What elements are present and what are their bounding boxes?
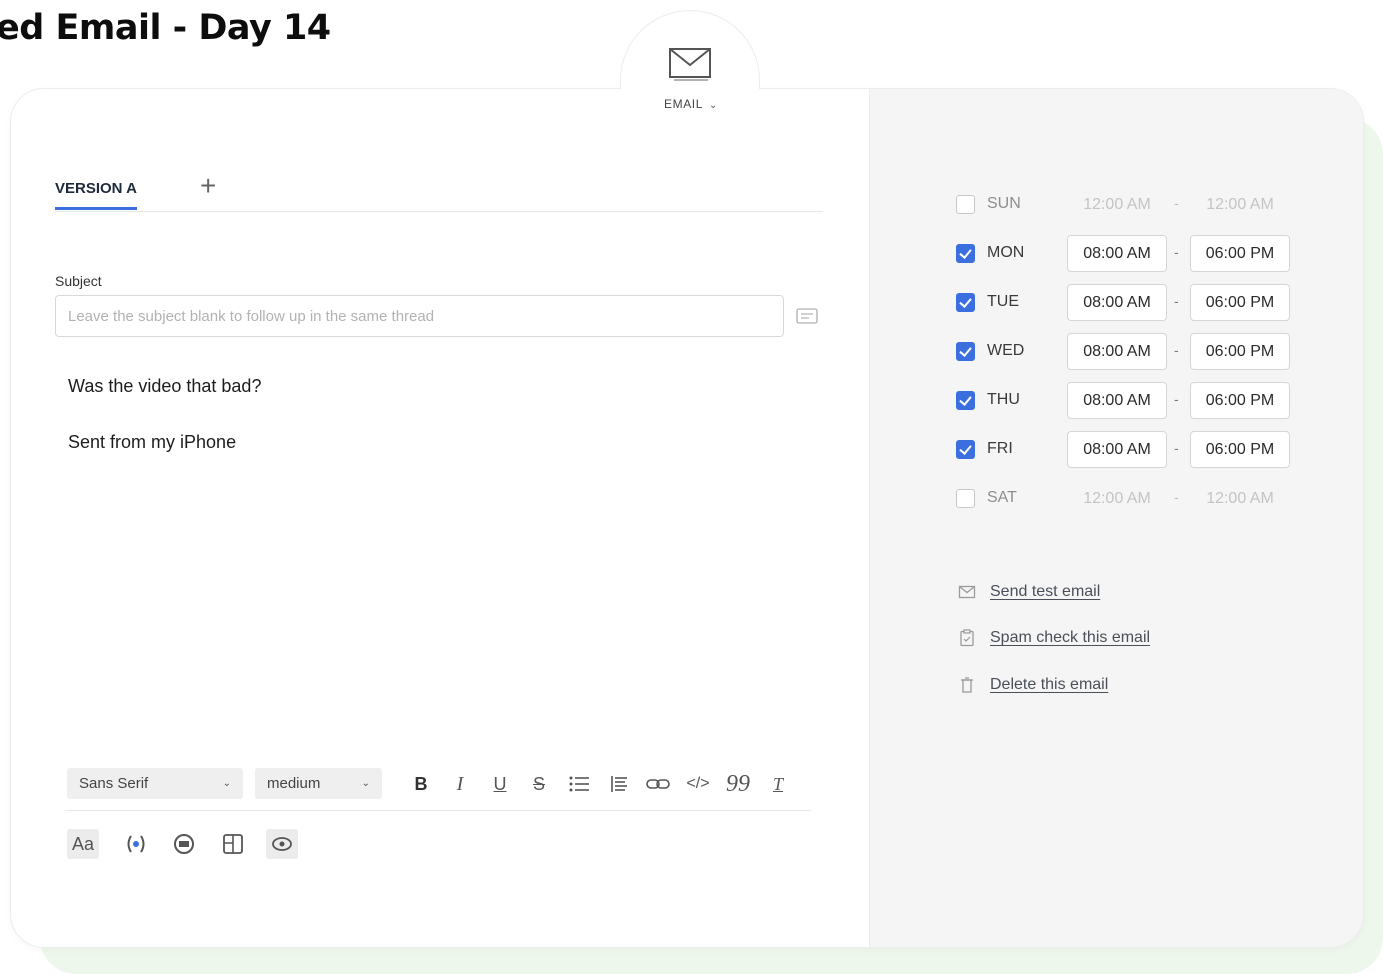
chevron-down-icon: ⌄: [709, 100, 718, 111]
day-checkbox-sat[interactable]: [956, 489, 975, 508]
font-size-select[interactable]: medium ⌄: [255, 768, 382, 799]
schedule-row-tue: TUE 08:00 AM - 06:00 PM: [956, 284, 1296, 321]
schedule-row-sat: SAT 12:00 AM - 12:00 AM: [956, 480, 1296, 516]
time-separator: -: [1174, 440, 1179, 456]
time-separator: -: [1174, 489, 1179, 505]
envelope-icon: [669, 48, 711, 81]
time-separator: -: [1174, 293, 1179, 309]
signature-icon[interactable]: [168, 829, 200, 859]
start-time-field[interactable]: 08:00 AM: [1067, 284, 1167, 321]
end-time-field[interactable]: 06:00 PM: [1190, 431, 1290, 468]
send-test-email-link[interactable]: Send test email: [958, 580, 1100, 604]
chevron-down-icon: ⌄: [222, 778, 231, 789]
subject-input[interactable]: [55, 295, 784, 337]
start-time-field[interactable]: 08:00 AM: [1067, 333, 1167, 370]
end-time-field[interactable]: 06:00 PM: [1190, 333, 1290, 370]
schedule-row-sun: SUN 12:00 AM - 12:00 AM: [956, 186, 1296, 222]
end-time-field[interactable]: 06:00 PM: [1190, 284, 1290, 321]
link-icon[interactable]: [644, 770, 672, 798]
day-label: TUE: [987, 293, 1019, 310]
delete-email-label: Delete this email: [990, 676, 1109, 693]
trash-icon: [961, 677, 973, 693]
tab-version-a[interactable]: VERSION A: [55, 180, 137, 210]
start-time-field[interactable]: 08:00 AM: [1067, 431, 1167, 468]
quote-icon[interactable]: 99: [724, 770, 752, 798]
font-family-select[interactable]: Sans Serif ⌄: [67, 768, 243, 799]
step-type-label: EMAIL ⌄: [621, 97, 761, 111]
variable-icon[interactable]: [120, 829, 152, 859]
subject-label: Subject: [55, 273, 102, 289]
end-time-field[interactable]: 12:00 AM: [1190, 186, 1290, 223]
day-label: THU: [987, 391, 1020, 408]
version-tabs: VERSION A +: [55, 172, 823, 212]
time-separator: -: [1174, 342, 1179, 358]
ordered-list-icon[interactable]: [605, 770, 633, 798]
schedule-row-fri: FRI 08:00 AM - 06:00 PM: [956, 431, 1296, 468]
time-separator: -: [1174, 244, 1179, 260]
schedule-row-wed: WED 08:00 AM - 06:00 PM: [956, 333, 1296, 370]
day-label: MON: [987, 244, 1025, 261]
day-label: FRI: [987, 440, 1013, 457]
day-checkbox-fri[interactable]: [956, 440, 975, 459]
start-time-field[interactable]: 12:00 AM: [1067, 186, 1167, 223]
end-time-field[interactable]: 06:00 PM: [1190, 235, 1290, 272]
spam-check-label: Spam check this email: [990, 629, 1151, 646]
schedule-row-mon: MON 08:00 AM - 06:00 PM: [956, 235, 1296, 272]
image-icon[interactable]: [217, 829, 249, 859]
email-body-line[interactable]: Was the video that bad?: [68, 376, 261, 397]
text-style-label: Aa: [71, 833, 95, 854]
time-separator: -: [1174, 195, 1179, 211]
time-separator: -: [1174, 391, 1179, 407]
bold-icon[interactable]: B: [407, 770, 435, 798]
day-label: SUN: [987, 195, 1021, 212]
clipboard-icon: [960, 629, 974, 647]
step-type-selector[interactable]: EMAIL ⌄: [620, 10, 761, 133]
preview-icon[interactable]: [266, 829, 298, 859]
chevron-down-icon: ⌄: [361, 778, 370, 789]
strikethrough-icon[interactable]: S: [525, 770, 553, 798]
toolbar-divider: [65, 810, 811, 811]
font-size-value: medium: [267, 775, 321, 792]
code-icon[interactable]: </>: [684, 770, 712, 798]
start-time-field[interactable]: 08:00 AM: [1067, 382, 1167, 419]
step-type-text: EMAIL: [664, 97, 704, 111]
start-time-field[interactable]: 12:00 AM: [1067, 480, 1167, 517]
snippet-icon[interactable]: [795, 305, 819, 327]
delete-email-link[interactable]: Delete this email: [958, 673, 1108, 697]
day-label: WED: [987, 342, 1025, 359]
schedule-row-thu: THU 08:00 AM - 06:00 PM: [956, 382, 1296, 419]
day-checkbox-tue[interactable]: [956, 293, 975, 312]
day-checkbox-mon[interactable]: [956, 244, 975, 263]
end-time-field[interactable]: 06:00 PM: [1190, 382, 1290, 419]
font-family-value: Sans Serif: [79, 775, 149, 792]
day-label: SAT: [987, 489, 1017, 506]
italic-icon[interactable]: I: [446, 770, 474, 798]
page-title: ed Email - Day 14: [0, 8, 331, 48]
clear-format-icon[interactable]: T: [764, 770, 792, 798]
email-body-line[interactable]: Sent from my iPhone: [68, 432, 236, 453]
day-checkbox-wed[interactable]: [956, 342, 975, 361]
spam-check-link[interactable]: Spam check this email: [958, 626, 1150, 650]
day-checkbox-sun[interactable]: [956, 195, 975, 214]
start-time-field[interactable]: 08:00 AM: [1067, 235, 1167, 272]
day-checkbox-thu[interactable]: [956, 391, 975, 410]
text-style-button[interactable]: Aa: [67, 829, 99, 859]
underline-icon[interactable]: U: [486, 770, 514, 798]
end-time-field[interactable]: 12:00 AM: [1190, 480, 1290, 517]
bullet-list-icon[interactable]: [565, 770, 593, 798]
mail-icon: [958, 585, 976, 599]
send-test-email-label: Send test email: [990, 583, 1101, 600]
add-version-button[interactable]: +: [200, 172, 216, 200]
